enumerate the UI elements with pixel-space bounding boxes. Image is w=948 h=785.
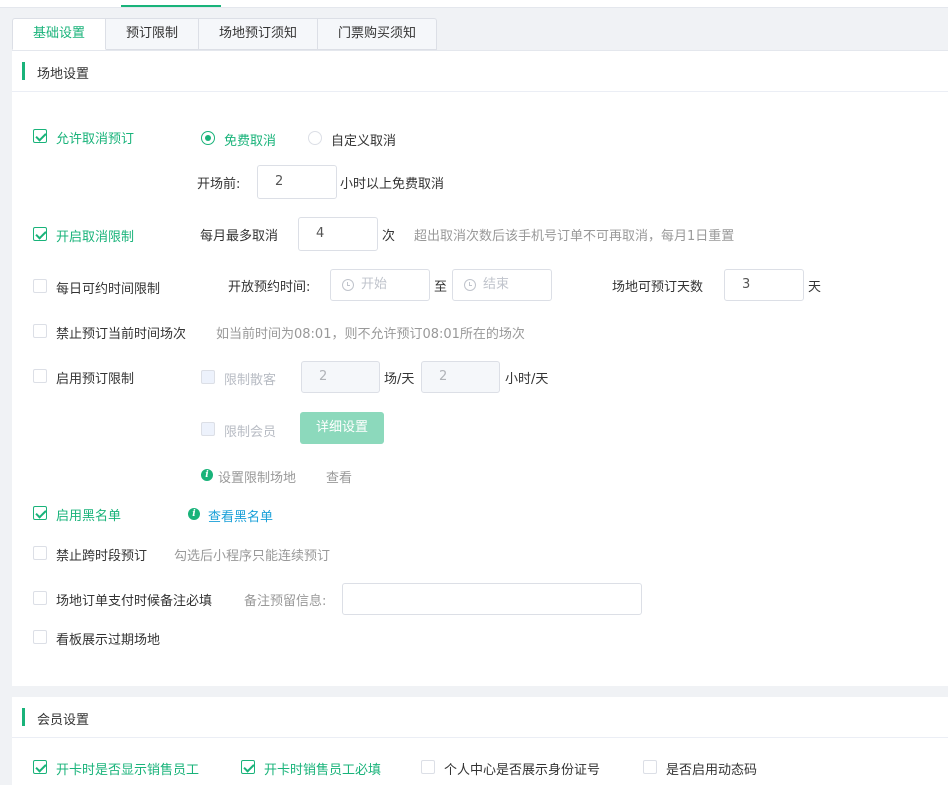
- show-id-number-label: 个人中心是否展示身份证号: [444, 763, 601, 778]
- top-strip: [0, 0, 948, 8]
- sales-staff-required-label: 开卡时销售员工必填: [264, 763, 382, 778]
- free-cancel-label: 免费取消: [224, 134, 277, 149]
- free-cancel-hours-suffix: 小时以上免费取消: [340, 177, 445, 192]
- before-start-label: 开场前:: [197, 177, 241, 192]
- blacklist-checkbox[interactable]: [33, 506, 47, 520]
- booking-limit-checkbox[interactable]: [33, 369, 47, 383]
- end-time-placeholder: 结束: [483, 277, 510, 292]
- booking-limit-label: 启用预订限制: [56, 372, 135, 387]
- cancel-limit-hint: 超出取消次数后该手机号订单不可再取消，每月1日重置: [414, 229, 735, 244]
- info-icon: i: [201, 469, 213, 481]
- dynamic-code-checkbox[interactable]: [643, 760, 657, 774]
- sales-staff-required-checkbox[interactable]: [241, 760, 255, 774]
- show-sales-staff-checkbox[interactable]: [33, 760, 47, 774]
- detail-settings-button[interactable]: 详细设置: [300, 412, 385, 444]
- bookable-days-unit: 天: [808, 280, 822, 295]
- cancel-limit-label: 开启取消限制: [56, 230, 135, 245]
- allow-cancel-label: 允许取消预订: [56, 132, 135, 147]
- free-cancel-hours-input[interactable]: 2: [257, 165, 337, 199]
- to-label: 至: [434, 280, 448, 295]
- venue-settings-title: 场地设置: [37, 67, 90, 82]
- clock-icon: [342, 279, 354, 291]
- hours-unit: 小时/天: [505, 372, 549, 387]
- view-blacklist-link[interactable]: 查看黑名单: [208, 506, 273, 525]
- show-id-number-checkbox[interactable]: [421, 760, 435, 774]
- start-time-input[interactable]: 开始: [330, 269, 430, 301]
- bookable-days-label: 场地可预订天数: [612, 280, 704, 295]
- forbid-current-checkbox[interactable]: [33, 324, 47, 338]
- custom-cancel-radio[interactable]: [308, 131, 322, 145]
- venue-settings-card: 场地设置 允许取消预订 免费取消 自定义取消 开场前: 2 小时以上免费取消 开…: [12, 50, 948, 686]
- limit-member-label: 限制会员: [224, 425, 277, 440]
- forbid-cross-checkbox[interactable]: [33, 546, 47, 560]
- monthly-cancel-input[interactable]: 4: [298, 217, 378, 251]
- guest-hours-input[interactable]: 2: [421, 361, 500, 393]
- dynamic-code-label: 是否启用动态码: [666, 763, 758, 778]
- board-expired-checkbox[interactable]: [33, 630, 47, 644]
- remark-required-label: 场地订单支付时候备注必填: [56, 594, 213, 609]
- forbid-current-label: 禁止预订当前时间场次: [56, 327, 187, 342]
- tab-basic-settings[interactable]: 基础设置: [12, 18, 107, 50]
- limit-guest-label: 限制散客: [224, 373, 277, 388]
- info-icon: i: [188, 508, 200, 520]
- remark-info-label: 备注预留信息:: [244, 594, 327, 609]
- monthly-cancel-unit: 次: [382, 229, 396, 244]
- member-settings-header: 会员设置: [12, 697, 948, 738]
- cancel-limit-checkbox[interactable]: [33, 227, 47, 241]
- top-tab-indicator: [121, 5, 221, 7]
- tab-venue-booking-notice[interactable]: 场地预订须知: [199, 18, 319, 50]
- guest-sessions-input[interactable]: 2: [301, 361, 380, 393]
- view-limit-venue-link[interactable]: 查看: [326, 467, 352, 486]
- daily-time-limit-label: 每日可约时间限制: [56, 282, 161, 297]
- custom-cancel-label: 自定义取消: [331, 134, 397, 149]
- remark-info-input[interactable]: [342, 583, 642, 615]
- open-time-label: 开放预约时间:: [228, 280, 311, 295]
- blacklist-label: 启用黑名单: [56, 509, 122, 524]
- limit-guest-checkbox[interactable]: [201, 370, 215, 384]
- section-accent-bar: [22, 62, 25, 80]
- end-time-input[interactable]: 结束: [452, 269, 552, 301]
- tab-ticket-purchase-notice[interactable]: 门票购买须知: [318, 18, 438, 50]
- board-expired-label: 看板展示过期场地: [56, 633, 161, 648]
- forbid-cross-label: 禁止跨时段预订: [56, 549, 148, 564]
- limit-member-checkbox[interactable]: [201, 422, 215, 436]
- venue-settings-header: 场地设置: [12, 51, 948, 92]
- settings-tabs: 基础设置 预订限制 场地预订须知 门票购买须知: [12, 18, 438, 50]
- forbid-current-hint: 如当前时间为08:01，则不允许预订08:01所在的场次: [216, 327, 525, 342]
- forbid-cross-hint: 勾选后小程序只能连续预订: [174, 549, 331, 564]
- bookable-days-input[interactable]: 3: [724, 269, 804, 301]
- daily-time-limit-checkbox[interactable]: [33, 279, 47, 293]
- monthly-cancel-label: 每月最多取消: [200, 229, 279, 244]
- member-settings-card: 会员设置 开卡时是否显示销售员工 开卡时销售员工必填 个人中心是否展示身份证号 …: [12, 697, 948, 785]
- allow-cancel-checkbox[interactable]: [33, 129, 47, 143]
- show-sales-staff-label: 开卡时是否显示销售员工: [56, 763, 200, 778]
- free-cancel-radio[interactable]: [201, 131, 215, 145]
- remark-required-checkbox[interactable]: [33, 591, 47, 605]
- start-time-placeholder: 开始: [361, 277, 388, 292]
- member-settings-title: 会员设置: [37, 713, 90, 728]
- section-accent-bar: [22, 708, 25, 726]
- set-limit-venue-label: 设置限制场地: [218, 471, 297, 486]
- tab-booking-limits[interactable]: 预订限制: [106, 18, 200, 50]
- sessions-unit: 场/天: [384, 372, 415, 387]
- clock-icon: [464, 279, 476, 291]
